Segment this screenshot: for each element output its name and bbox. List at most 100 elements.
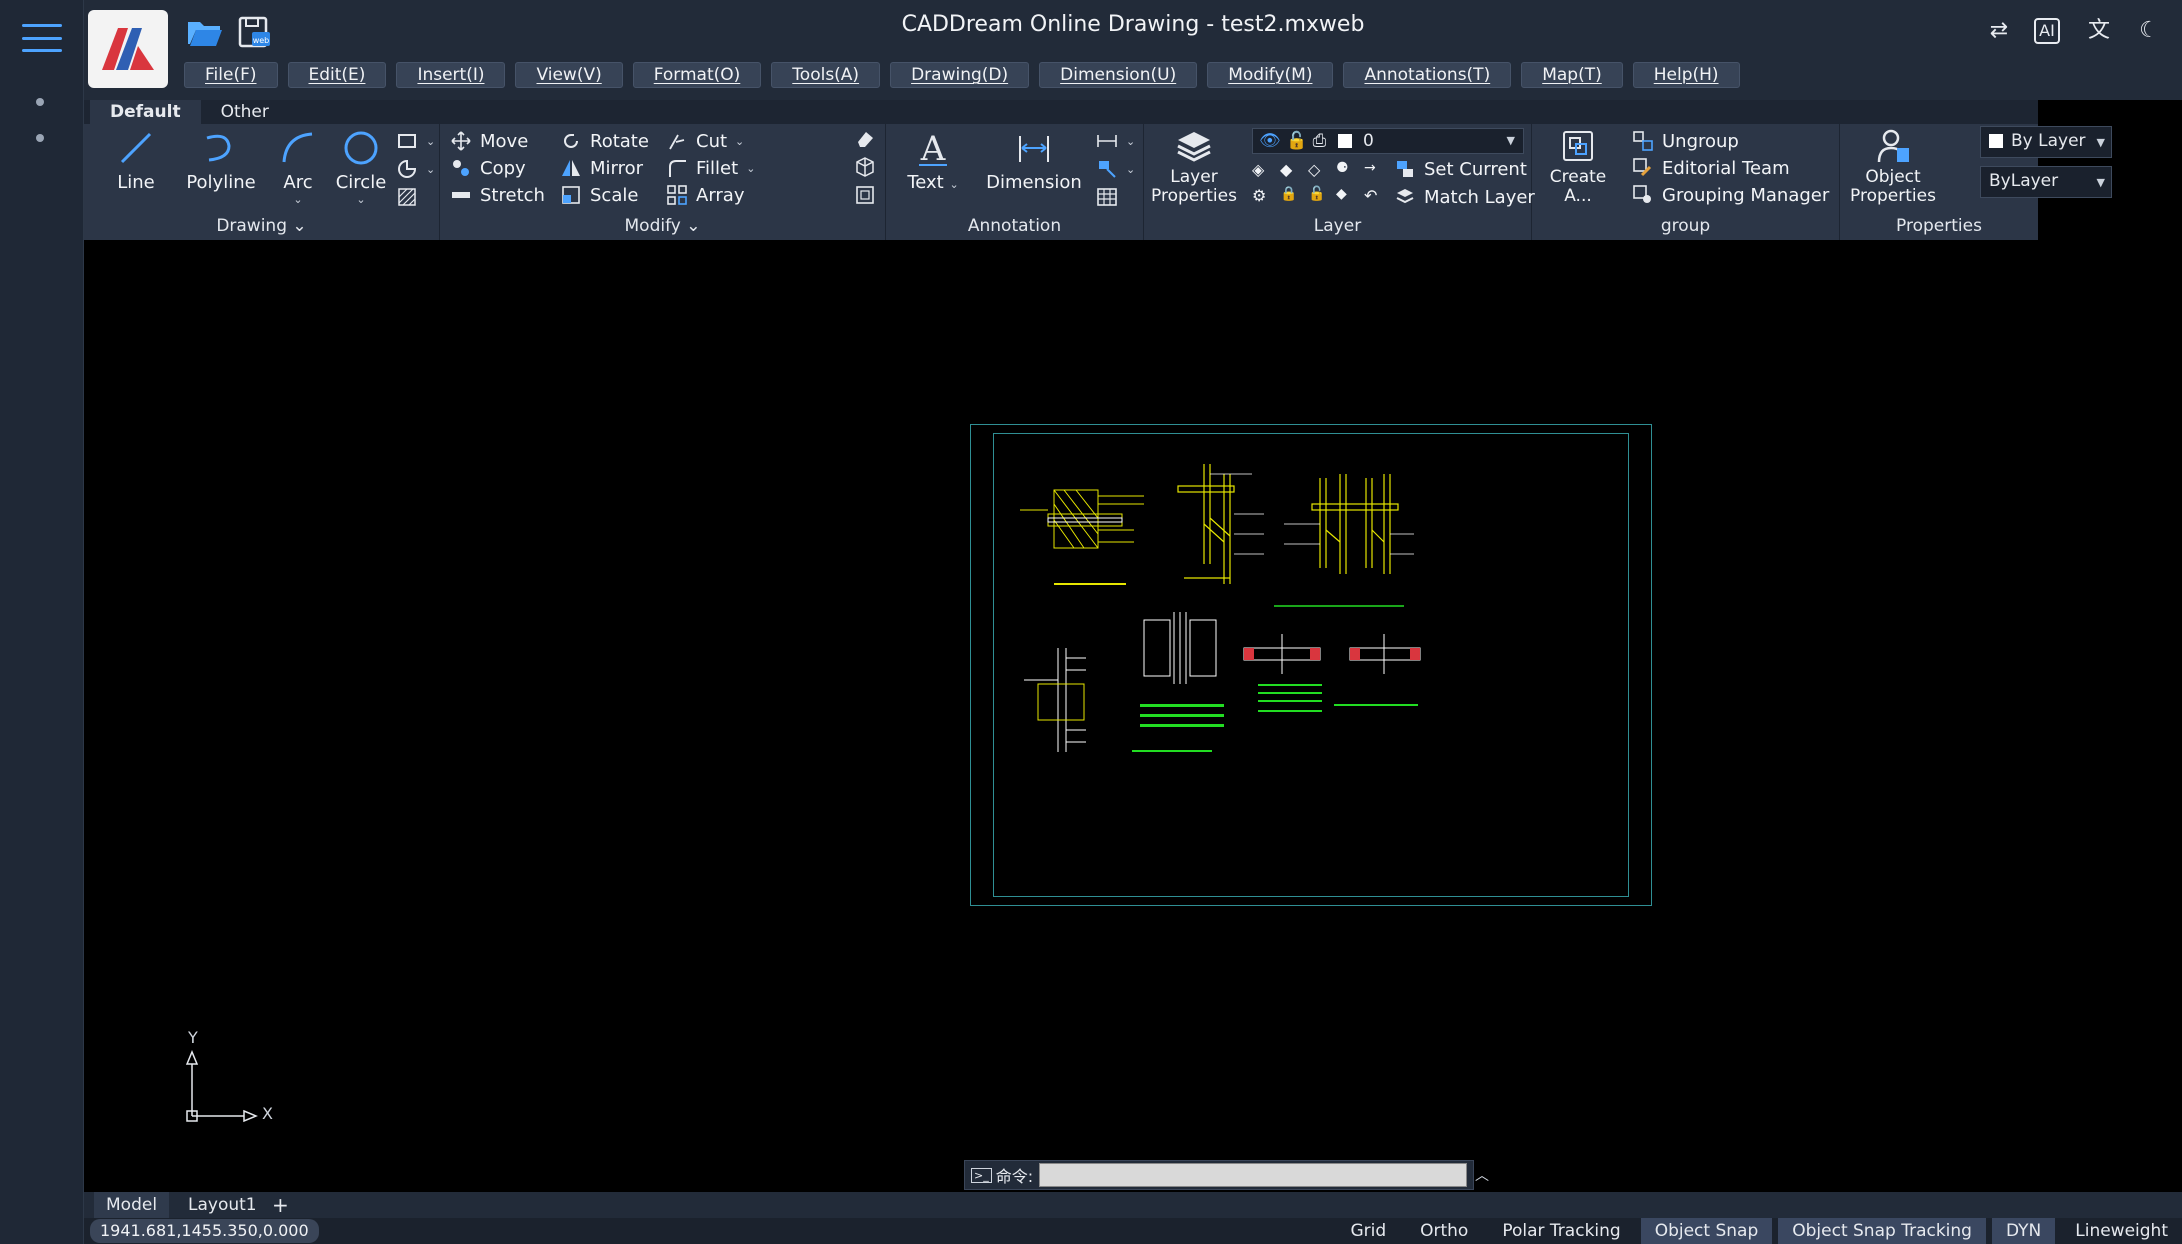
array-button[interactable]: Array — [666, 184, 744, 206]
arc-button[interactable]: Arc ⌄ — [268, 128, 328, 206]
layer-unlock-icon[interactable]: 🔓 — [1308, 186, 1330, 208]
color-dropdown-icon[interactable]: ▼ — [2097, 129, 2105, 157]
layer-dropdown-icon[interactable]: ▼ — [1507, 129, 1515, 153]
linetype-dropdown-icon[interactable]: ▼ — [2097, 169, 2105, 197]
menu-drawing[interactable]: Drawing(D) — [890, 62, 1030, 88]
menu-file[interactable]: File(F) — [184, 62, 278, 88]
menu-dimension[interactable]: Dimension(U) — [1039, 62, 1198, 88]
layer-off-icon[interactable]: ◇ — [1308, 160, 1330, 182]
save-web-icon[interactable]: web — [234, 14, 274, 50]
cad-app: web CADDream Online Drawing - test2.mxwe… — [0, 0, 2182, 1244]
ai-icon[interactable]: AI — [2034, 18, 2060, 44]
dimension-button[interactable]: Dimension — [986, 128, 1082, 193]
ortho-toggle[interactable]: Ortho — [1406, 1218, 1482, 1244]
create-group-button[interactable]: Create A... — [1540, 128, 1616, 206]
grid-toggle[interactable]: Grid — [1336, 1218, 1400, 1244]
layer-isolate-icon[interactable]: ◈ — [1252, 160, 1274, 182]
drawing-canvas[interactable]: Y X >_ 命令: ︿ — [84, 240, 2182, 1192]
menu-help[interactable]: Help(H) — [1632, 62, 1740, 88]
polar-tracking-toggle[interactable]: Polar Tracking — [1488, 1218, 1634, 1244]
rectangle-button[interactable]: ⌄ — [396, 130, 435, 152]
layer-walk-icon[interactable]: ⚈ — [1336, 160, 1358, 182]
hatch-button[interactable] — [396, 186, 418, 208]
object-properties-button[interactable]: Object Properties — [1848, 128, 1938, 206]
ellipse-button[interactable]: ⌄ — [396, 158, 435, 180]
swap-icon[interactable]: ⇄ — [1984, 16, 2014, 46]
menu-tools[interactable]: Tools(A) — [771, 62, 881, 88]
layer-states-icon[interactable]: ⚙ — [1252, 186, 1274, 208]
tab-default[interactable]: Default — [90, 100, 201, 124]
linear-dim-dropdown-icon[interactable]: ⌄ — [1126, 135, 1135, 148]
leader-dropdown-icon[interactable]: ⌄ — [1126, 163, 1135, 176]
translate-icon[interactable]: 文 — [2084, 16, 2114, 46]
layer-properties-button[interactable]: Layer Properties — [1144, 128, 1244, 206]
menu-annotations[interactable]: Annotations(T) — [1343, 62, 1512, 88]
text-button[interactable]: A Text ⌄ — [900, 128, 966, 193]
drawing-sheet[interactable] — [970, 424, 1652, 906]
ungroup-button[interactable]: Ungroup — [1632, 130, 1739, 152]
command-input[interactable] — [1039, 1163, 1467, 1187]
circle-button[interactable]: Circle ⌄ — [326, 128, 396, 206]
cut-dropdown-icon[interactable]: ⌄ — [735, 135, 744, 148]
object-snap-tracking-toggle[interactable]: Object Snap Tracking — [1778, 1218, 1986, 1244]
text-dropdown-icon[interactable]: ⌄ — [949, 178, 958, 191]
tab-other[interactable]: Other — [200, 100, 289, 124]
lineweight-toggle[interactable]: Lineweight — [2061, 1218, 2182, 1244]
menu-edit[interactable]: Edit(E) — [287, 62, 387, 88]
rectangle-dropdown-icon[interactable]: ⌄ — [426, 135, 435, 148]
set-current-button[interactable]: Set Current — [1394, 158, 1527, 180]
3d-box-button[interactable] — [854, 156, 876, 178]
match-layer-button[interactable]: Match Layer — [1394, 186, 1535, 208]
color-select[interactable]: By Layer ▼ — [1980, 126, 2112, 158]
modify-panel-label[interactable]: Modify ⌄ — [440, 216, 885, 236]
fillet-dropdown-icon[interactable]: ⌄ — [746, 162, 755, 175]
erase-button[interactable] — [854, 128, 876, 150]
menu-format[interactable]: Format(O) — [632, 62, 762, 88]
editorial-team-button[interactable]: Editorial Team — [1632, 157, 1790, 179]
copy-button[interactable]: Copy — [450, 157, 526, 179]
scale-button[interactable]: Scale — [560, 184, 638, 206]
move-button[interactable]: Move — [450, 130, 528, 152]
line-button[interactable]: Line — [104, 128, 168, 193]
layer-previous-icon[interactable]: ↶ — [1364, 186, 1386, 208]
menu-insert[interactable]: Insert(I) — [396, 62, 506, 88]
fillet-button[interactable]: Fillet ⌄ — [666, 157, 755, 179]
dyn-toggle[interactable]: DYN — [1991, 1218, 2056, 1244]
polyline-button[interactable]: Polyline — [176, 128, 266, 193]
mirror-button[interactable]: Mirror — [560, 157, 643, 179]
object-snap-toggle[interactable]: Object Snap — [1640, 1218, 1773, 1244]
linear-dim-button[interactable]: ⌄ — [1096, 130, 1135, 152]
explode-button[interactable] — [854, 184, 876, 206]
dark-mode-icon[interactable]: ☾ — [2134, 16, 2164, 46]
sidebar-dot-icon[interactable] — [36, 134, 44, 142]
cut-button[interactable]: Cut ⌄ — [666, 130, 744, 152]
mirror-icon — [562, 160, 580, 176]
table-button[interactable] — [1096, 186, 1118, 208]
drawing-panel-label[interactable]: Drawing ⌄ — [84, 216, 439, 236]
circle-dropdown-icon[interactable]: ⌄ — [326, 193, 396, 206]
leader-button[interactable]: ⌄ — [1096, 158, 1135, 180]
arc-dropdown-icon[interactable]: ⌄ — [268, 193, 328, 206]
ellipse-dropdown-icon[interactable]: ⌄ — [426, 163, 435, 176]
menu-map[interactable]: Map(T) — [1521, 62, 1623, 88]
linetype-select[interactable]: ByLayer ▼ — [1980, 166, 2112, 198]
tab-model[interactable]: Model — [94, 1192, 170, 1218]
circle-label: Circle — [335, 172, 387, 193]
command-history-toggle-icon[interactable]: ︿ — [1475, 1165, 1489, 1185]
layer-lock-icon[interactable]: 🔒 — [1280, 186, 1302, 208]
layer-merge-icon[interactable]: → — [1364, 160, 1386, 182]
open-folder-icon[interactable] — [184, 14, 224, 50]
menu-view[interactable]: View(V) — [515, 62, 623, 88]
layer-select[interactable]: 👁 🔓 ⎙ 0 ▼ — [1252, 128, 1524, 154]
menu-modify[interactable]: Modify(M) — [1207, 62, 1334, 88]
rotate-button[interactable]: Rotate — [560, 130, 649, 152]
hamburger-menu-icon[interactable] — [22, 24, 62, 52]
layer-freeze-icon[interactable]: ◆ — [1280, 160, 1302, 182]
layer-erase-icon[interactable]: ◆ — [1336, 186, 1358, 208]
grouping-manager-button[interactable]: Grouping Manager — [1632, 184, 1829, 206]
add-layout-button[interactable]: + — [260, 1192, 301, 1218]
stretch-button[interactable]: Stretch — [450, 184, 545, 206]
visible-eye-icon: 👁 — [1259, 131, 1281, 151]
tab-layout1[interactable]: Layout1 — [176, 1192, 269, 1218]
sidebar-dot-icon[interactable] — [36, 98, 44, 106]
